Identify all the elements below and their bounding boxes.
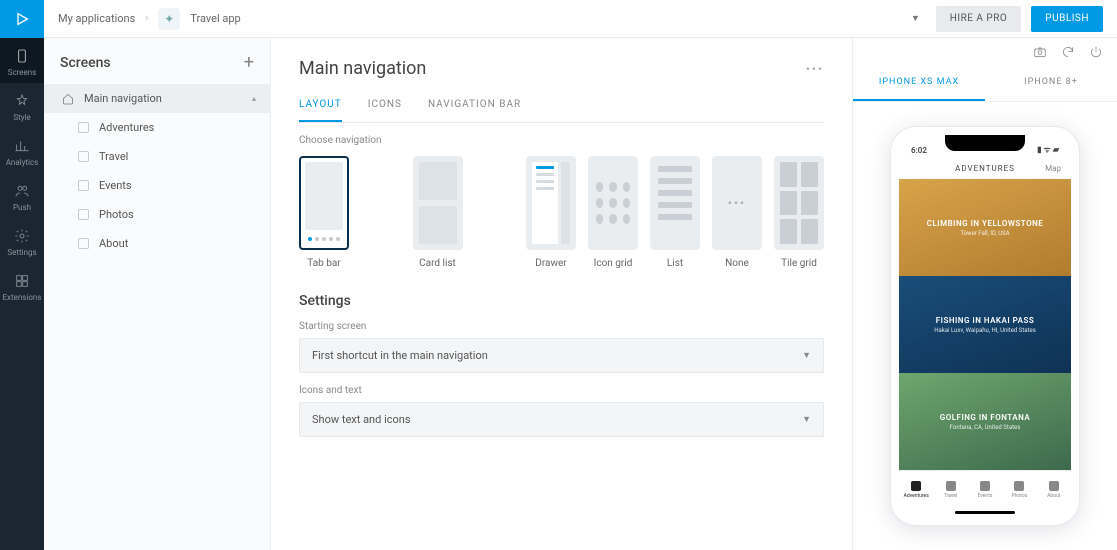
- tree-item-adventures[interactable]: Adventures: [44, 113, 270, 142]
- icons-text-select[interactable]: Show text and icons▼: [299, 402, 824, 437]
- breadcrumb-app[interactable]: Travel app: [190, 12, 240, 25]
- rail-extensions[interactable]: Extensions: [0, 263, 44, 308]
- phone-frame: 6:02▮ ᯤ ▰ ADVENTURESMap CLIMBING IN YELL…: [890, 126, 1080, 526]
- nav-option-tile-grid[interactable]: Tile grid: [774, 156, 824, 269]
- rail-settings[interactable]: Settings: [0, 218, 44, 263]
- starting-screen-label: Starting screen: [299, 321, 824, 332]
- nav-option-card-list[interactable]: Card list: [361, 156, 514, 269]
- icons-text-label: Icons and text: [299, 385, 824, 396]
- logo[interactable]: [0, 0, 44, 38]
- refresh-icon[interactable]: [1061, 45, 1075, 59]
- power-icon[interactable]: [1089, 45, 1103, 59]
- tree-item-events[interactable]: Events: [44, 171, 270, 200]
- settings-heading: Settings: [299, 293, 824, 309]
- phone-tab-bar: Adventures Travel Events Photos About: [899, 470, 1071, 508]
- hire-a-pro-button[interactable]: HIRE A PRO: [936, 6, 1022, 32]
- chevron-down-icon: ▼: [802, 350, 811, 361]
- home-icon: [62, 93, 74, 105]
- screens-title: Screens: [60, 55, 111, 71]
- rail-screens[interactable]: Screens: [0, 38, 44, 83]
- tree-item-about[interactable]: About: [44, 229, 270, 258]
- screens-panel: Screens + Main navigation ▴ Adventures T…: [44, 38, 271, 550]
- more-icon[interactable]: •••: [806, 62, 824, 76]
- chevron-down-icon: ▼: [802, 414, 811, 425]
- device-tab-xs-max[interactable]: IPHONE XS MAX: [853, 65, 985, 101]
- caret-down-icon[interactable]: ▼: [911, 13, 920, 24]
- nav-option-list[interactable]: List: [650, 156, 700, 269]
- starting-screen-select[interactable]: First shortcut in the main navigation▼: [299, 338, 824, 373]
- publish-button[interactable]: PUBLISH: [1031, 6, 1103, 32]
- camera-icon[interactable]: [1033, 45, 1047, 59]
- preview-card: GOLFING IN FONTANAFontana, CA, United St…: [899, 373, 1071, 470]
- nav-option-icon-grid[interactable]: Icon grid: [588, 156, 638, 269]
- chevron-right-icon: ›: [145, 13, 148, 24]
- tree-item-photos[interactable]: Photos: [44, 200, 270, 229]
- page-title: Main navigation: [299, 58, 426, 79]
- tab-layout[interactable]: LAYOUT: [299, 99, 342, 122]
- nav-option-tab-bar[interactable]: Tab bar: [299, 156, 349, 269]
- tab-icons[interactable]: ICONS: [368, 99, 402, 122]
- choose-navigation-label: Choose navigation: [299, 135, 824, 146]
- preview-card: FISHING IN HAKAI PASSHakai Luxv, Waipahu…: [899, 276, 1071, 373]
- tree-item-main-navigation[interactable]: Main navigation ▴: [44, 84, 270, 113]
- preview-card: CLIMBING IN YELLOWSTONETower Fall, ID, U…: [899, 179, 1071, 276]
- main-panel: Main navigation ••• LAYOUT ICONS NAVIGATI…: [271, 38, 852, 550]
- rail-style[interactable]: Style: [0, 83, 44, 128]
- phone-header: ADVENTURESMap: [899, 157, 1071, 179]
- nav-option-none[interactable]: •••None: [712, 156, 762, 269]
- tab-navigation-bar[interactable]: NAVIGATION BAR: [428, 99, 521, 122]
- breadcrumb-root[interactable]: My applications: [58, 12, 135, 25]
- preview-panel: IPHONE XS MAX IPHONE 8+ 6:02▮ ᯤ ▰ ADVENT…: [852, 38, 1117, 550]
- add-screen-button[interactable]: +: [244, 54, 254, 72]
- nav-option-drawer[interactable]: Drawer: [526, 156, 576, 269]
- rail-push[interactable]: Push: [0, 173, 44, 218]
- rail-analytics[interactable]: Analytics: [0, 128, 44, 173]
- left-rail: Screens Style Analytics Push Settings Ex…: [0, 0, 44, 550]
- device-tab-8plus[interactable]: IPHONE 8+: [985, 65, 1117, 101]
- topbar: My applications › ✦ Travel app ▼ HIRE A …: [44, 0, 1117, 38]
- tree-item-travel[interactable]: Travel: [44, 142, 270, 171]
- app-icon: ✦: [158, 8, 180, 30]
- chevron-up-icon: ▴: [252, 94, 256, 103]
